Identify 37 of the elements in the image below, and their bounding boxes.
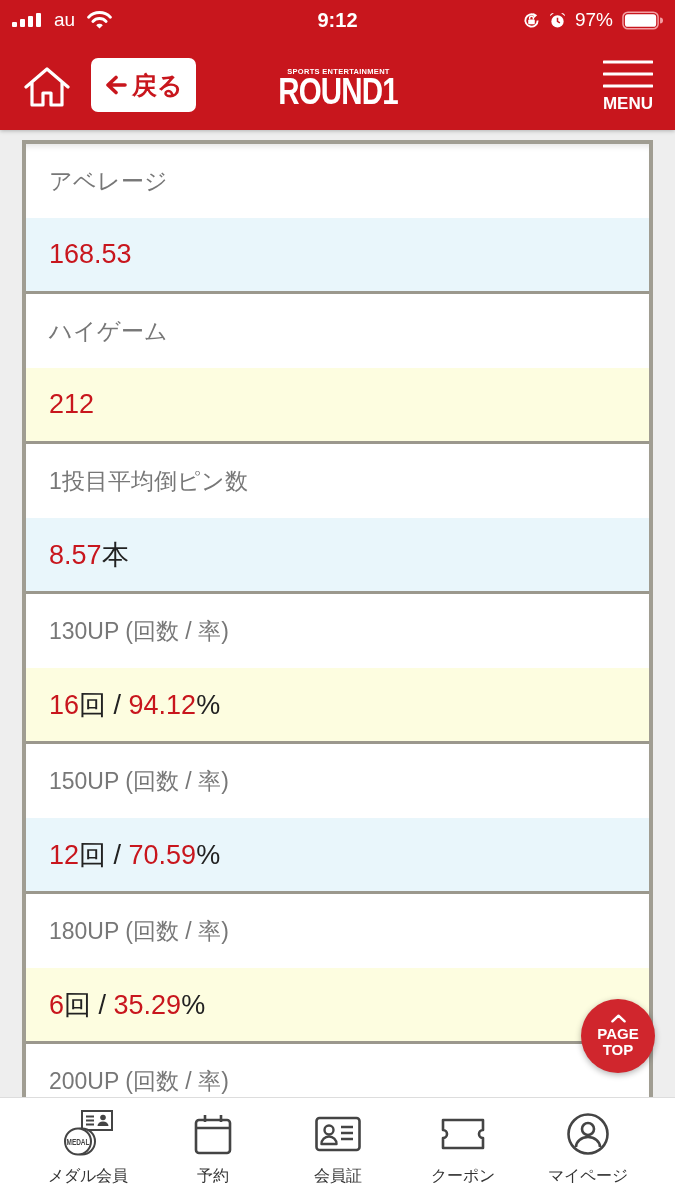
stat-label: 1投目平均倒ピン数 xyxy=(49,466,248,496)
home-button[interactable] xyxy=(24,67,70,107)
home-icon xyxy=(24,67,70,107)
stat-value: 8.57本 xyxy=(49,538,129,572)
stat-label: 180UP (回数 / 率) xyxy=(49,916,229,946)
alarm-icon xyxy=(548,11,566,29)
stat-label: 150UP (回数 / 率) xyxy=(49,766,229,796)
menu-icon xyxy=(602,60,653,88)
wifi-icon xyxy=(87,11,113,29)
user-icon xyxy=(564,1112,611,1156)
caret-up-icon xyxy=(610,1014,626,1023)
back-button[interactable]: 戻る xyxy=(91,58,196,112)
carrier-name: au xyxy=(54,9,76,31)
stat-value: 16回 / 94.12% xyxy=(49,688,221,722)
battery-percent: 97% xyxy=(574,9,613,31)
rotation-lock-icon xyxy=(522,11,540,29)
medal-text: MEDAL xyxy=(66,1136,98,1147)
stat-value: 6回 / 35.29% xyxy=(49,988,206,1022)
stat-label: 130UP (回数 / 率) xyxy=(49,616,229,646)
stat-label: アベレージ xyxy=(49,166,168,196)
clock-time: 9:12 xyxy=(317,8,358,32)
stat-value: 212 xyxy=(49,389,95,420)
arrow-left-icon xyxy=(104,75,127,95)
nav-item[interactable]: MEDAL メダル会員 xyxy=(25,1098,150,1200)
menu-button[interactable]: MENU xyxy=(602,60,653,114)
stat-label: ハイゲーム xyxy=(49,316,168,346)
nav-item[interactable]: クーポン xyxy=(400,1098,525,1200)
member-card-icon xyxy=(80,1110,113,1131)
battery-icon xyxy=(622,10,663,30)
signal-icon xyxy=(12,13,42,27)
stat-value: 168.53 xyxy=(49,239,132,270)
stat-label: 200UP (回数 / 率) xyxy=(49,1066,229,1096)
logo-wordmark: ROUND1 xyxy=(278,75,399,108)
nav-item[interactable]: マイページ xyxy=(525,1098,650,1200)
nav-item[interactable]: 予約 xyxy=(150,1098,275,1200)
nav-item[interactable]: 会員証 xyxy=(275,1098,400,1200)
stat-value: 12回 / 70.59% xyxy=(49,838,221,872)
